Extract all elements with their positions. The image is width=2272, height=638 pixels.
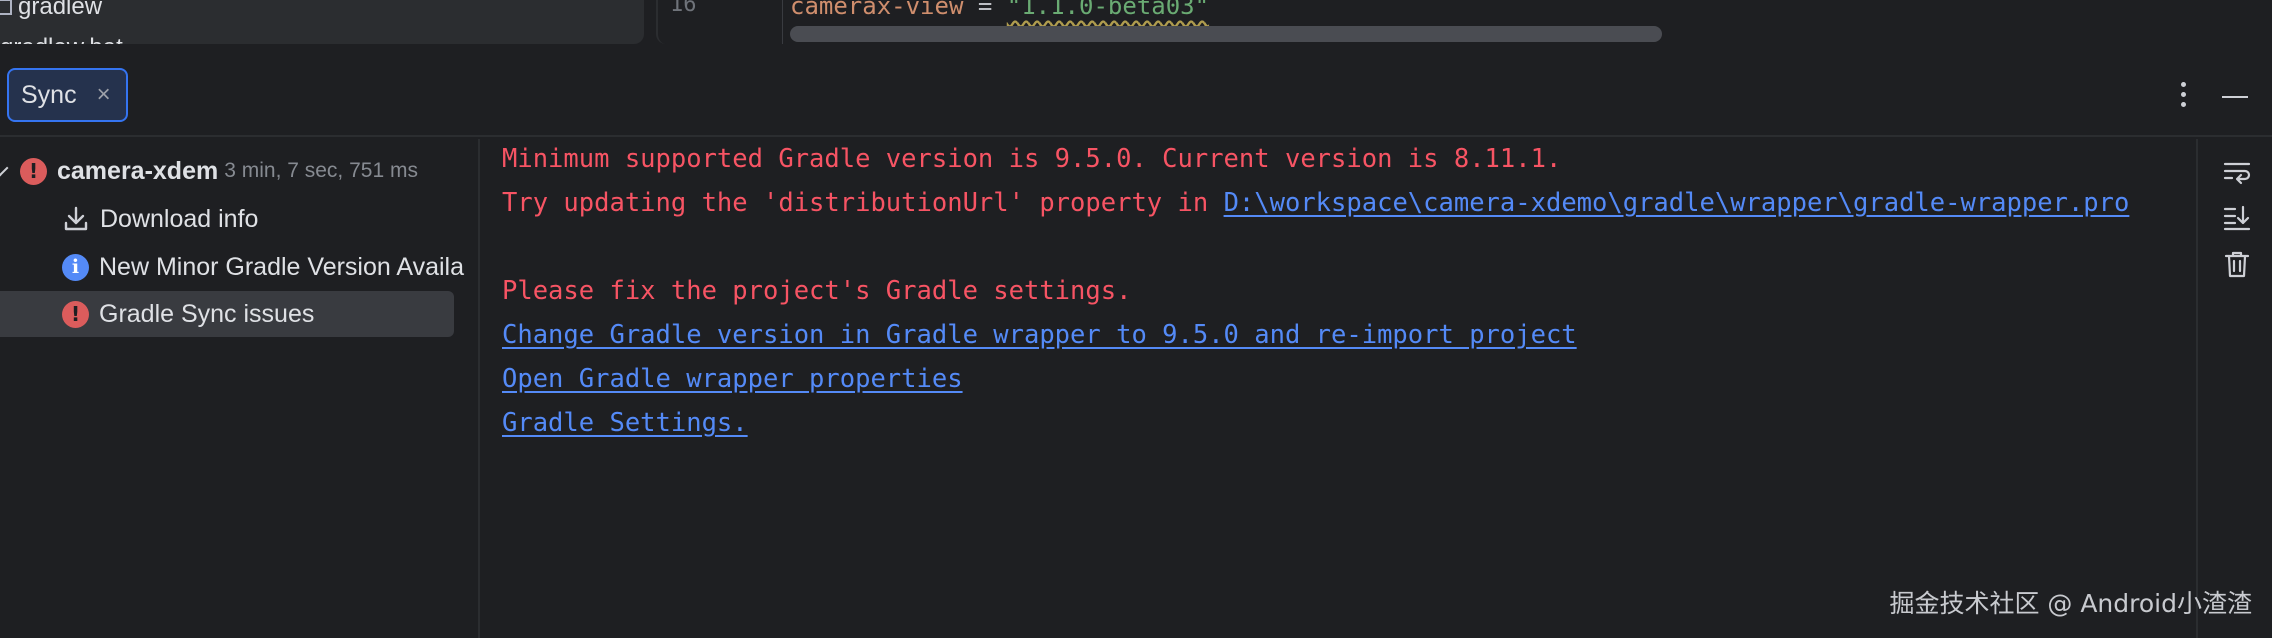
tree-root-duration: 3 min, 7 sec, 751 ms: [224, 159, 418, 182]
project-file-label: gradlew: [18, 0, 103, 20]
project-file-gradlew[interactable]: gradlew: [0, 0, 102, 20]
editor-horizontal-scrollbar[interactable]: [790, 26, 1662, 42]
tree-item-new-gradle-version[interactable]: i New Minor Gradle Version Availa: [62, 244, 464, 290]
file-icon: [0, 0, 12, 15]
error-icon: !: [20, 157, 47, 185]
open-wrapper-properties-link[interactable]: Open Gradle wrapper properties: [502, 362, 963, 396]
wrapper-properties-path-link[interactable]: D:\workspace\camera-xdemo\gradle\wrapper…: [1224, 188, 2130, 218]
tree-item-gradle-sync-issues[interactable]: ! Gradle Sync issues: [0, 291, 454, 337]
console-side-toolbar: [2196, 139, 2272, 638]
line-number: 16: [670, 0, 697, 17]
code-equals: =: [963, 0, 1007, 20]
ide-window: gradlew gradlew.bat 16 camerax-view = "1…: [0, 0, 2272, 638]
info-icon: i: [62, 253, 89, 281]
build-tool-window-header: Sync ×: [0, 52, 2272, 137]
header-actions: [2173, 52, 2272, 137]
watermark: 掘金技术社区 @ Android小渣渣: [1889, 589, 2252, 618]
console-output[interactable]: Minimum supported Gradle version is 9.5.…: [482, 139, 2196, 638]
tab-sync[interactable]: Sync ×: [7, 68, 128, 122]
project-file-gradlew-bat[interactable]: gradlew.bat: [0, 34, 123, 44]
project-pane: gradlew gradlew.bat: [0, 0, 644, 44]
sync-tree: ! camera-xdem 3 min, 7 sec, 751 ms Downl…: [0, 139, 480, 638]
gradle-settings-link[interactable]: Gradle Settings.: [502, 406, 748, 440]
console-text: Try updating the 'distributionUrl' prope…: [502, 188, 1224, 218]
code-value: "1.1.0-beta03": [1006, 0, 1210, 20]
gutter-separator: [782, 0, 783, 44]
tree-root-item[interactable]: ! camera-xdem 3 min, 7 sec, 751 ms: [0, 148, 418, 194]
minimize-icon[interactable]: [2222, 95, 2248, 98]
tree-item-label: Download info: [100, 204, 259, 233]
console-error-line: Please fix the project's Gradle settings…: [502, 276, 1132, 306]
scroll-to-end-icon[interactable]: [2222, 203, 2252, 233]
change-gradle-version-link[interactable]: Change Gradle version in Gradle wrapper …: [502, 318, 1577, 352]
more-options-icon[interactable]: [2173, 74, 2194, 115]
soft-wrap-icon[interactable]: [2222, 157, 2252, 187]
tree-item-label: New Minor Gradle Version Availa: [99, 252, 464, 281]
console-error-line: Try updating the 'distributionUrl' prope…: [502, 186, 2129, 220]
tree-root-name: camera-xdem: [57, 156, 219, 185]
download-icon: [62, 205, 90, 233]
tree-item-label: Gradle Sync issues: [99, 299, 315, 328]
code-line[interactable]: camerax-view = "1.1.0-beta03": [790, 0, 1209, 20]
trash-icon[interactable]: [2222, 249, 2252, 279]
editor-pane[interactable]: 16 camerax-view = "1.1.0-beta03": [656, 0, 2272, 44]
console-error-line: Minimum supported Gradle version is 9.5.…: [502, 144, 1562, 174]
top-strip: gradlew gradlew.bat 16 camerax-view = "1…: [0, 0, 2272, 50]
tab-sync-label: Sync: [21, 80, 77, 109]
code-key: camerax-view: [790, 0, 964, 20]
tab-close-icon[interactable]: ×: [97, 83, 111, 107]
chevron-down-icon[interactable]: [0, 159, 9, 177]
tree-item-download-info[interactable]: Download info: [62, 196, 258, 242]
error-icon: !: [62, 300, 89, 328]
